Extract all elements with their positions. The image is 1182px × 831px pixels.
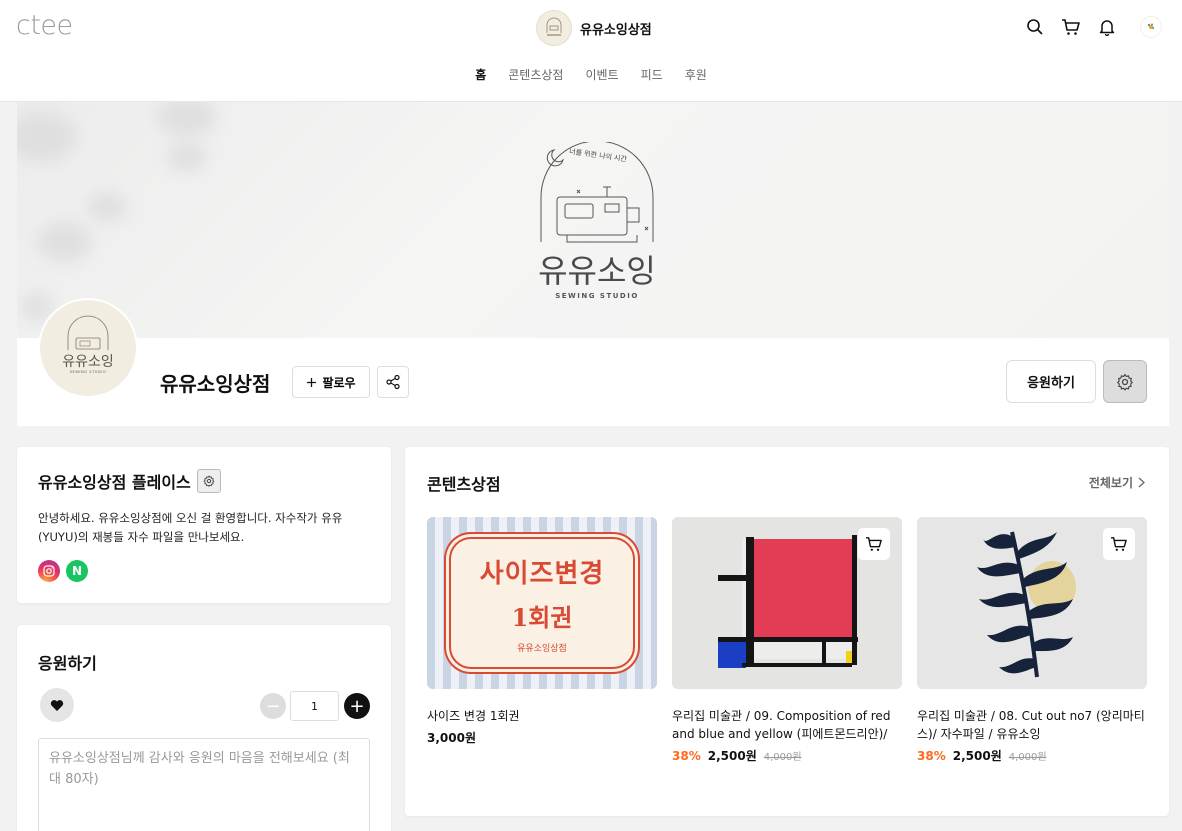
heart-button[interactable] xyxy=(40,688,74,722)
plus-icon xyxy=(307,377,317,387)
support-card: 응원하기 − 1 + 유유소잉상점님께 감사와 응원의 마음을 전해보세요 (최… xyxy=(17,625,391,831)
product-card[interactable]: 우리집 미술관 / 09. Composition of red and blu… xyxy=(672,517,902,764)
support-button[interactable]: 응원하기 xyxy=(1006,360,1096,403)
product-title[interactable]: 우리집 미술관 / 09. Composition of red and blu… xyxy=(672,707,902,743)
shop-mini-avatar xyxy=(536,10,572,46)
add-to-cart-button[interactable] xyxy=(1103,528,1135,560)
share-icon xyxy=(386,374,400,390)
svg-text:유유소잉: 유유소잉 xyxy=(62,354,114,370)
store-title: 콘텐츠상점 xyxy=(427,475,501,494)
svg-text:SEWING STUDIO: SEWING STUDIO xyxy=(555,292,639,300)
top-header: ctee 유유소잉상점 홈 콘텐츠상점 이벤트 피드 후원 xyxy=(0,0,1182,102)
follow-label: 팔로우 xyxy=(322,375,356,390)
gear-icon xyxy=(203,475,215,487)
product-price: 2,500원 xyxy=(707,749,757,763)
shop-title: 유유소잉상점 xyxy=(160,372,271,396)
svg-text:SEWING STUDIO: SEWING STUDIO xyxy=(70,370,107,374)
increase-button[interactable]: + xyxy=(344,693,370,719)
view-all-label: 전체보기 xyxy=(1088,476,1133,490)
place-card: 유유소잉상점 플레이스 안녕하세요. 유유소잉상점에 오신 걸 환영합니다. 자… xyxy=(17,447,391,603)
heart-icon xyxy=(50,699,64,711)
share-button[interactable] xyxy=(377,366,409,398)
discount-rate: 38% xyxy=(917,749,946,763)
nav-home[interactable]: 홈 xyxy=(475,64,486,85)
nav-content-store[interactable]: 콘텐츠상점 xyxy=(508,64,563,85)
gear-icon xyxy=(1117,373,1133,391)
cart-icon xyxy=(866,537,882,551)
chevron-right-icon xyxy=(1138,477,1145,488)
main-nav: 홈 콘텐츠상점 이벤트 피드 후원 xyxy=(0,64,1182,85)
svg-text:유유소잉: 유유소잉 xyxy=(538,252,656,290)
product-card[interactable]: 우리집 미술관 / 08. Cut out no7 (앙리마티스)/ 자수파일 … xyxy=(917,517,1147,764)
cart-icon xyxy=(1111,537,1127,551)
view-all-link[interactable]: 전체보기 xyxy=(1089,474,1145,491)
product-thumbnail[interactable] xyxy=(917,517,1147,689)
bell-icon[interactable] xyxy=(1096,16,1118,38)
product-price: 3,000원 xyxy=(427,731,476,745)
settings-button[interactable] xyxy=(1103,360,1147,403)
content-store-card: 콘텐츠상점 전체보기 사이즈변경 1회권 유유소잉상점 사이즈 변경 1회권 3… xyxy=(405,447,1169,816)
header-shop-name: 유유소잉상점 xyxy=(580,22,652,38)
discount-rate: 38% xyxy=(672,749,701,763)
shop-avatar: 유유소잉 SEWING STUDIO xyxy=(38,298,138,398)
support-title: 응원하기 xyxy=(38,654,97,673)
follow-button[interactable]: 팔로우 xyxy=(292,366,370,398)
naver-icon[interactable]: N xyxy=(66,560,88,582)
nav-support[interactable]: 후원 xyxy=(685,64,707,85)
place-title: 유유소잉상점 플레이스 xyxy=(38,473,191,492)
add-to-cart-button[interactable] xyxy=(858,528,890,560)
nav-event[interactable]: 이벤트 xyxy=(585,64,618,85)
nav-feed[interactable]: 피드 xyxy=(641,64,663,85)
svg-text:너를 위한 나의 시간: 너를 위한 나의 시간 xyxy=(569,147,628,164)
banner-brand-logo: 너를 위한 나의 시간 유유소잉 SEWING STUDIO xyxy=(538,142,656,300)
ctee-logo[interactable]: ctee xyxy=(16,10,73,41)
quantity-input[interactable]: 1 xyxy=(290,691,339,721)
original-price: 4,000원 xyxy=(1008,752,1047,763)
product-price: 2,500원 xyxy=(952,749,1002,763)
product-thumbnail[interactable]: 사이즈변경 1회권 유유소잉상점 xyxy=(427,517,657,689)
cart-icon[interactable] xyxy=(1060,16,1082,38)
support-message-field[interactable]: 유유소잉상점님께 감사와 응원의 마음을 전해보세요 (최대 80자) xyxy=(38,738,370,831)
decrease-button[interactable]: − xyxy=(260,693,286,719)
cover-banner: 너를 위한 나의 시간 유유소잉 SEWING STUDIO xyxy=(17,102,1169,338)
thumb-text: 사이즈변경 xyxy=(479,558,605,589)
header-shop-link[interactable]: 유유소잉상점 xyxy=(536,10,652,46)
search-icon[interactable] xyxy=(1024,16,1046,38)
product-thumbnail[interactable] xyxy=(672,517,902,689)
thumb-text: 유유소잉상점 xyxy=(517,643,567,654)
product-title[interactable]: 우리집 미술관 / 08. Cut out no7 (앙리마티스)/ 자수파일 … xyxy=(917,707,1147,743)
place-settings-button[interactable] xyxy=(196,469,221,493)
product-card[interactable]: 사이즈변경 1회권 유유소잉상점 사이즈 변경 1회권 3,000원 xyxy=(427,517,657,764)
instagram-icon[interactable] xyxy=(38,560,60,582)
user-avatar[interactable] xyxy=(1140,16,1162,38)
original-price: 4,000원 xyxy=(763,752,802,763)
thumb-text: 1회권 xyxy=(511,602,573,632)
place-description: 안녕하세요. 유유소잉상점에 오신 걸 환영합니다. 자수작가 유유(YUYU)… xyxy=(38,511,343,544)
